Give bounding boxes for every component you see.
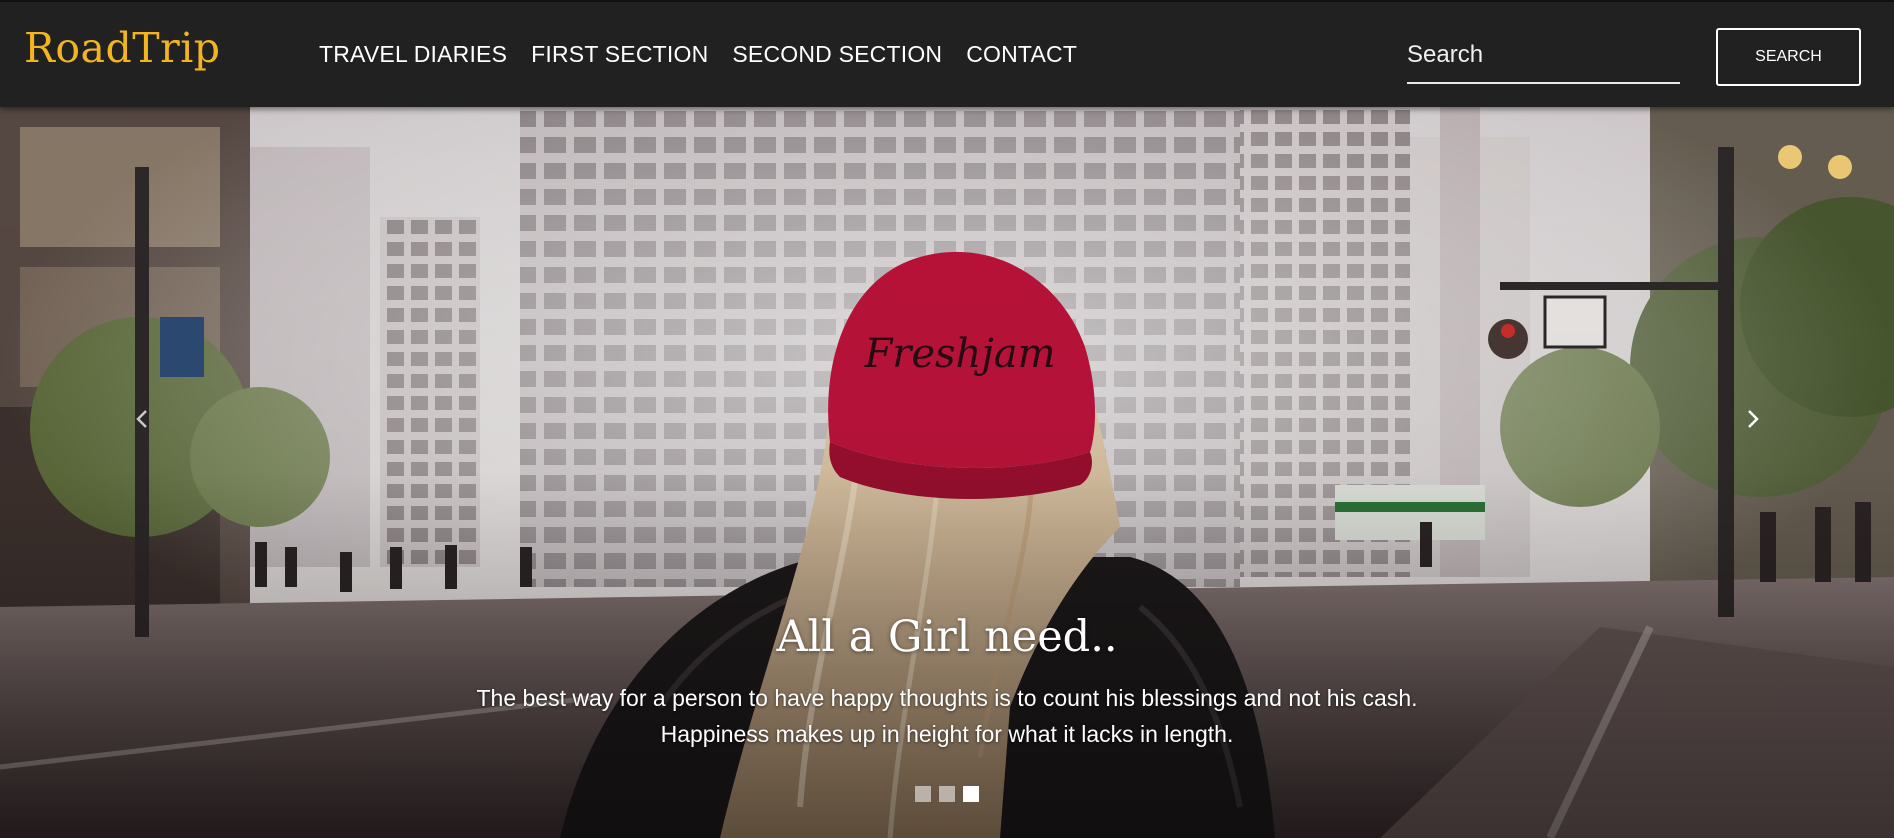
brand-logo[interactable]: RoadTrip — [24, 28, 221, 69]
nav-link-travel-diaries[interactable]: TRAVEL DIARIES — [319, 41, 507, 68]
caption-line-1: The best way for a person to have happy … — [476, 684, 1418, 711]
caption-text: The best way for a person to have happy … — [0, 680, 1894, 752]
carousel-next-button[interactable] — [1733, 399, 1773, 439]
carousel-indicator-2[interactable] — [939, 786, 955, 802]
carousel-prev-button[interactable] — [122, 399, 162, 439]
search-input[interactable] — [1407, 32, 1680, 78]
hero-carousel: Freshjam All a Girl need.. The best way … — [0, 107, 1894, 838]
search-field-wrapper — [1407, 32, 1680, 84]
page: RoadTrip TRAVEL DIARIES FIRST SECTION SE… — [0, 0, 1894, 838]
nav-link-contact[interactable]: CONTACT — [966, 41, 1077, 68]
chevron-right-icon — [1748, 410, 1759, 428]
nav-link-second-section[interactable]: SECOND SECTION — [732, 41, 942, 68]
caption-line-2: Happiness makes up in height for what it… — [660, 720, 1234, 747]
carousel-indicators — [915, 786, 979, 802]
search-button[interactable]: SEARCH — [1716, 28, 1861, 86]
top-navbar: RoadTrip TRAVEL DIARIES FIRST SECTION SE… — [0, 0, 1894, 107]
carousel-indicator-3[interactable] — [963, 786, 979, 802]
carousel-indicator-1[interactable] — [915, 786, 931, 802]
caption-title: All a Girl need.. — [776, 612, 1118, 662]
carousel-caption: All a Girl need.. The best way for a per… — [0, 612, 1894, 752]
nav-links: TRAVEL DIARIES FIRST SECTION SECOND SECT… — [319, 2, 1101, 107]
chevron-left-icon — [136, 410, 147, 428]
nav-link-first-section[interactable]: FIRST SECTION — [531, 41, 708, 68]
